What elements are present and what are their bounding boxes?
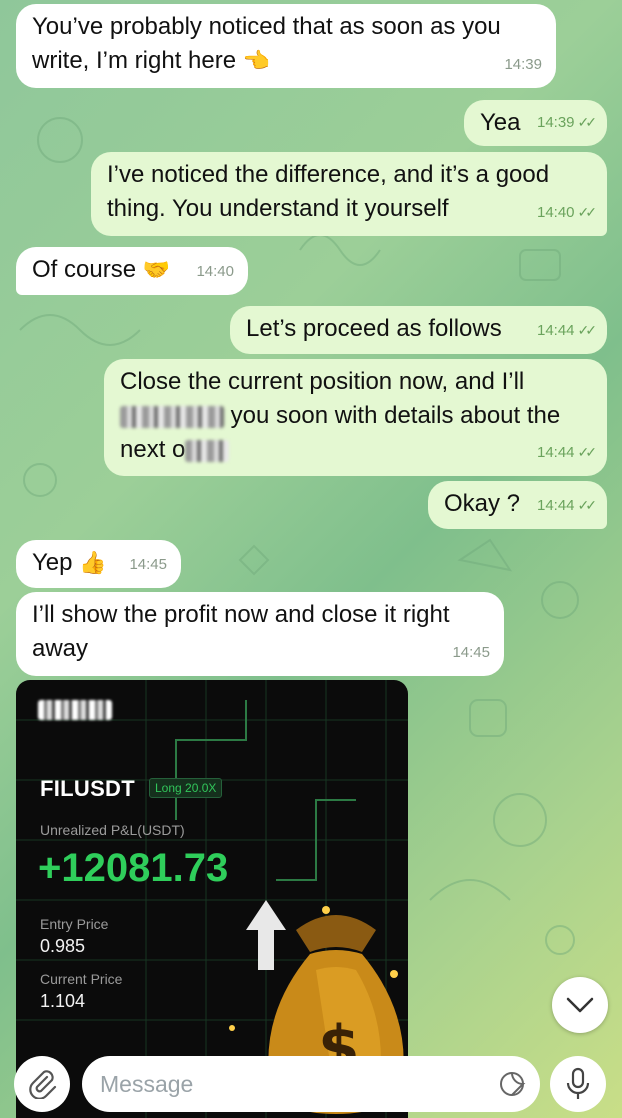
message-bubble-outgoing[interactable]: Close the current position now, and I’ll… [104,359,607,476]
message-bubble-incoming[interactable]: I’ll show the profit now and close it ri… [16,592,504,676]
message-text: You’ve probably noticed that as soon as … [32,13,501,40]
message-text: next o [120,436,186,463]
handshake-emoji: 🤝 [142,257,171,282]
message-text: Yep [32,549,73,576]
thumbs-up-emoji: 👍 [79,550,107,575]
double-check-icon: ✓✓ [577,322,598,338]
blurred-text [185,439,230,462]
entry-price-value: 0.985 [40,936,86,956]
message-text: write, I’m right here 👈 [32,44,542,78]
double-check-icon: ✓✓ [577,444,598,460]
sticker-icon[interactable] [498,1070,526,1098]
message-bubble-outgoing[interactable]: Yea 14:39 ✓✓ [464,100,607,146]
attach-icon [29,1070,57,1099]
pnl-value: +12081.73 [38,846,229,890]
message-bubble-outgoing[interactable]: Okay ? 14:44 ✓✓ [428,481,607,529]
leverage-badge: Long 20.0X [149,778,223,798]
mic-icon [566,1067,590,1099]
voice-record-button[interactable] [550,1056,606,1112]
message-composer: Message [0,1048,622,1118]
pnl-label: Unrealized P&L(USDT) [40,822,185,838]
trading-pair: FILUSDT [40,776,135,801]
message-text: Of course [32,256,137,283]
current-price-value: 1.104 [40,991,86,1011]
attach-button[interactable] [14,1056,70,1112]
message-time: 14:40 [196,263,234,280]
current-price-label: Current Price [40,971,123,987]
message-text: away [32,635,89,662]
message-bubble-incoming[interactable]: Of course 🤝 14:40 [16,247,248,295]
scroll-down-button[interactable] [552,977,608,1033]
double-check-icon: ✓✓ [577,497,598,513]
chevron-down-icon [566,997,594,1013]
message-time: 14:44 [536,497,575,514]
message-text: Close the current position now, and I’ll [120,368,525,395]
message-text: Let’s proceed as follows [246,315,502,342]
message-text: I’ve noticed the difference, and it’s a … [107,161,550,188]
message-time: 14:39 [536,114,575,131]
message-input-placeholder: Message [100,1071,194,1097]
entry-price-label: Entry Price [40,916,109,932]
message-text: I’ll show the profit now and close it ri… [32,601,450,628]
message-input[interactable]: Message [82,1056,540,1112]
message-text: you soon with details about the [230,402,561,429]
pointing-hand-emoji: 👈 [242,48,271,73]
message-bubble-outgoing[interactable]: Let’s proceed as follows 14:44 ✓✓ [230,306,607,354]
message-bubble-incoming[interactable]: Yep 👍 14:45 [16,540,181,588]
message-time: 14:44 [536,444,575,461]
message-time: 14:40 [536,204,575,221]
message-text: thing. You understand it yourself [107,195,449,222]
message-time: 14:44 [536,322,575,339]
message-bubble-incoming[interactable]: You’ve probably noticed that as soon as … [16,4,556,88]
message-bubble-outgoing[interactable]: I’ve noticed the difference, and it’s a … [91,152,607,236]
message-text: Okay ? [444,490,521,517]
double-check-icon: ✓✓ [577,114,598,130]
message-text: Yea [480,109,521,136]
message-time: 14:45 [129,556,167,573]
message-time: 14:39 [504,56,542,73]
double-check-icon: ✓✓ [577,204,598,220]
message-time: 14:45 [452,644,490,661]
exchange-logo-blurred [38,700,112,720]
blurred-text [120,405,224,428]
